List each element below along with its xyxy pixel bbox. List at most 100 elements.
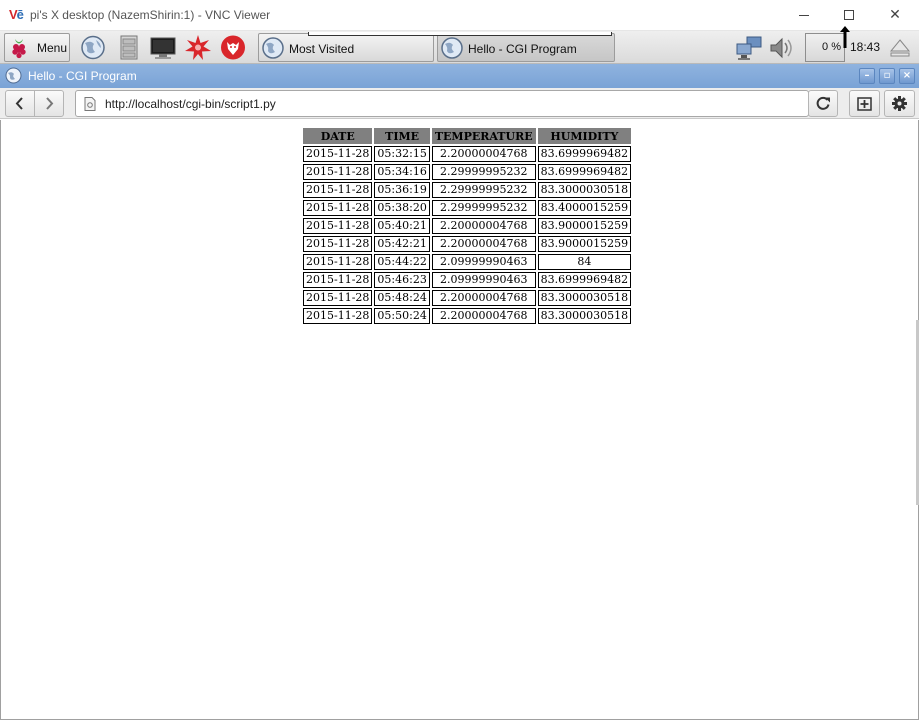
time-cell: 05:42:21 (374, 236, 430, 252)
sensor-data-table: DATE TIME TEMPERATURE HUMIDITY 2015-11-2… (301, 126, 633, 326)
vnc-maximize-button[interactable] (840, 6, 858, 24)
column-header-temperature: TEMPERATURE (431, 128, 536, 144)
minimize-icon (799, 15, 809, 16)
temperature-cell: 2.29999995232 (431, 182, 536, 198)
vnc-window-title: pi's X desktop (NazemShirin:1) - VNC Vie… (30, 8, 271, 22)
table-row: 2015-11-28 05:38:20 2.29999995232 83.400001… (303, 200, 632, 216)
url-text[interactable]: http://localhost/cgi-bin/script1.py (105, 97, 276, 111)
globe-icon (262, 37, 284, 59)
close-icon: ✕ (889, 7, 901, 23)
date-cell: 2015-11-28 (303, 254, 373, 270)
time-cell: 05:36:19 (374, 182, 430, 198)
gear-icon (892, 96, 907, 111)
window-close-button[interactable]: × (899, 68, 915, 84)
clock[interactable]: 18:43 (850, 40, 880, 54)
time-cell: 05:48:24 (374, 290, 430, 306)
date-cell: 2015-11-28 (303, 182, 373, 198)
table-row: 2015-11-28 05:36:19 2.29999995232 83.300003… (303, 182, 632, 198)
monitor-icon[interactable] (149, 34, 177, 61)
time-cell: 05:40:21 (374, 218, 430, 234)
time-cell: 05:38:20 (374, 200, 430, 216)
table-row: 2015-11-28 05:32:15 2.20000004768 83.699996… (303, 146, 632, 162)
vnc-titlebar: Vē pi's X desktop (NazemShirin:1) - VNC … (0, 0, 919, 31)
humidity-cell: 83.9000015259 (537, 236, 632, 252)
humidity-cell: 83.6999969482 (537, 272, 632, 288)
forward-button[interactable] (35, 91, 63, 116)
browser-toolbar: http://localhost/cgi-bin/script1.py (0, 88, 919, 119)
table-row: 2015-11-28 05:44:22 2.09999990463 84 (303, 254, 632, 270)
task-hello-cgi-program[interactable]: Hello - CGI Program (437, 33, 615, 62)
humidity-cell: 83.6999969482 (537, 164, 632, 180)
task-most-visited[interactable]: Most Visited (258, 33, 434, 62)
column-header-time: TIME (374, 128, 430, 144)
bookmark-add-icon (857, 97, 872, 111)
window-maximize-button[interactable]: ▫ (879, 68, 895, 84)
humidity-cell: 83.9000015259 (537, 218, 632, 234)
time-cell: 05:50:24 (374, 308, 430, 324)
temperature-cell: 2.20000004768 (431, 290, 536, 306)
settings-button[interactable] (884, 90, 915, 117)
date-cell: 2015-11-28 (303, 146, 373, 162)
date-cell: 2015-11-28 (303, 290, 373, 306)
window-minimize-button[interactable]: – (859, 68, 875, 84)
starburst-icon[interactable] (184, 34, 212, 61)
menu-button[interactable]: Menu (4, 33, 70, 62)
globe-icon[interactable] (79, 34, 107, 61)
back-button[interactable] (6, 91, 34, 116)
url-bar[interactable]: http://localhost/cgi-bin/script1.py (75, 90, 809, 117)
menu-label: Menu (37, 41, 68, 55)
vnc-minimize-button[interactable] (795, 6, 813, 24)
temperature-cell: 2.09999990463 (431, 272, 536, 288)
most-visited-popup (308, 32, 612, 36)
wolf-icon[interactable] (219, 34, 247, 61)
vnc-close-button[interactable]: ✕ (886, 6, 904, 24)
date-cell: 2015-11-28 (303, 308, 373, 324)
browser-window-title: Hello - CGI Program (28, 69, 137, 83)
humidity-cell: 83.3000030518 (537, 182, 632, 198)
table-row: 2015-11-28 05:42:21 2.20000004768 83.900001… (303, 236, 632, 252)
minimize-icon: – (864, 70, 870, 81)
column-header-humidity: HUMIDITY (537, 128, 632, 144)
date-cell: 2015-11-28 (303, 272, 373, 288)
temperature-cell: 2.20000004768 (431, 236, 536, 252)
date-cell: 2015-11-28 (303, 164, 373, 180)
table-row: 2015-11-28 05:40:21 2.20000004768 83.900001… (303, 218, 632, 234)
date-cell: 2015-11-28 (303, 200, 373, 216)
time-cell: 05:32:15 (374, 146, 430, 162)
network-icon[interactable] (735, 35, 763, 61)
maximize-icon (844, 10, 854, 20)
globe-icon (5, 67, 22, 84)
file-cabinet-icon[interactable] (115, 34, 143, 61)
vnc-logo-icon: Vē (9, 7, 24, 22)
temperature-cell: 2.20000004768 (431, 218, 536, 234)
reload-icon (816, 96, 830, 110)
table-row: 2015-11-28 05:50:24 2.20000004768 83.300003… (303, 308, 632, 324)
table-body: 2015-11-28 05:32:15 2.20000004768 83.699996… (303, 146, 632, 324)
temperature-cell: 2.09999990463 (431, 254, 536, 270)
bookmark-button[interactable] (849, 90, 880, 117)
temperature-cell: 2.20000004768 (431, 308, 536, 324)
humidity-cell: 83.6999969482 (537, 146, 632, 162)
task-label: Most Visited (289, 42, 355, 56)
temperature-cell: 2.29999995232 (431, 200, 536, 216)
humidity-cell: 83.3000030518 (537, 308, 632, 324)
humidity-cell: 83.4000015259 (537, 200, 632, 216)
eject-icon[interactable] (888, 36, 912, 60)
column-header-date: DATE (303, 128, 373, 144)
reload-button[interactable] (808, 90, 838, 117)
task-label: Hello - CGI Program (468, 42, 577, 56)
temperature-cell: 2.29999995232 (431, 164, 536, 180)
maximize-icon: ▫ (883, 70, 891, 81)
date-cell: 2015-11-28 (303, 236, 373, 252)
browser-window-titlebar: Hello - CGI Program – ▫ × (0, 64, 919, 88)
speaker-icon[interactable] (767, 35, 799, 61)
temperature-cell: 2.20000004768 (431, 146, 536, 162)
cursor-icon (840, 26, 850, 48)
table-row: 2015-11-28 05:34:16 2.29999995232 83.699996… (303, 164, 632, 180)
table-header-row: DATE TIME TEMPERATURE HUMIDITY (303, 128, 632, 144)
table-row: 2015-11-28 05:46:23 2.09999990463 83.699996… (303, 272, 632, 288)
page-content: DATE TIME TEMPERATURE HUMIDITY 2015-11-2… (0, 120, 919, 720)
raspberry-icon (12, 39, 26, 59)
time-cell: 05:46:23 (374, 272, 430, 288)
humidity-cell: 84 (537, 254, 632, 270)
